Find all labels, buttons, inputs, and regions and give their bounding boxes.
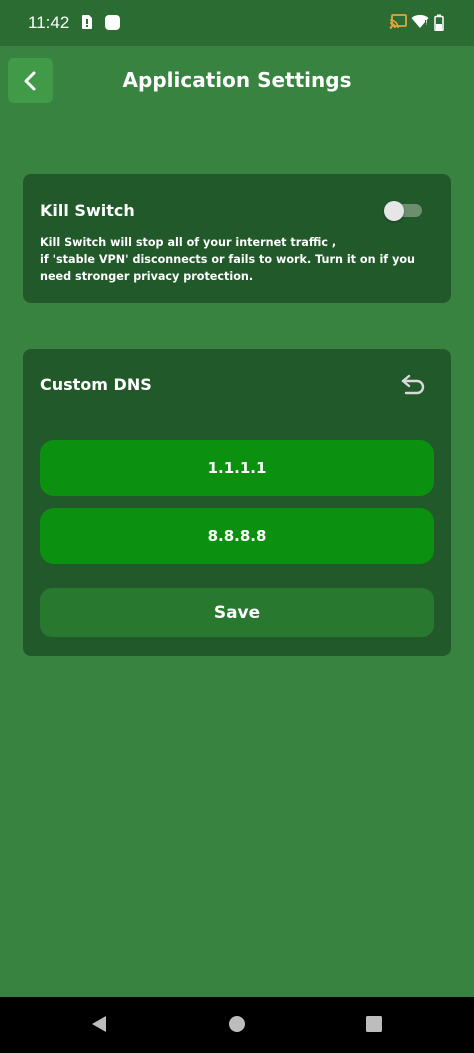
sim-card-icon (82, 15, 92, 29)
status-time: 11:42 (28, 13, 70, 32)
toggle-thumb (384, 201, 404, 221)
custom-dns-title: Custom DNS (40, 375, 152, 394)
nav-home-icon[interactable] (227, 1014, 247, 1034)
nav-back-icon[interactable] (89, 1014, 109, 1034)
kill-switch-description: Kill Switch will stop all of your intern… (40, 236, 416, 283)
battery-icon (434, 14, 444, 31)
wifi-icon: ! (411, 14, 429, 28)
kill-switch-toggle[interactable] (384, 201, 422, 221)
notification-app-icon (105, 15, 120, 30)
nav-recents-icon[interactable] (364, 1014, 384, 1034)
status-bar: 11:42 ! (0, 0, 474, 46)
secondary-dns-field[interactable]: 8.8.8.8 (40, 508, 434, 564)
svg-text:!: ! (425, 19, 428, 27)
reset-icon[interactable] (400, 373, 427, 397)
kill-switch-title: Kill Switch (40, 201, 135, 220)
navigation-bar (0, 997, 474, 1053)
primary-dns-field[interactable]: 1.1.1.1 (40, 440, 434, 496)
save-button[interactable]: Save (40, 588, 434, 637)
custom-dns-card: Custom DNS 1.1.1.1 8.8.8.8 Save (23, 349, 451, 656)
page-title: Application Settings (122, 68, 352, 92)
cast-icon (389, 14, 407, 29)
kill-switch-card: Kill Switch Kill Switch will stop all of… (23, 174, 451, 303)
